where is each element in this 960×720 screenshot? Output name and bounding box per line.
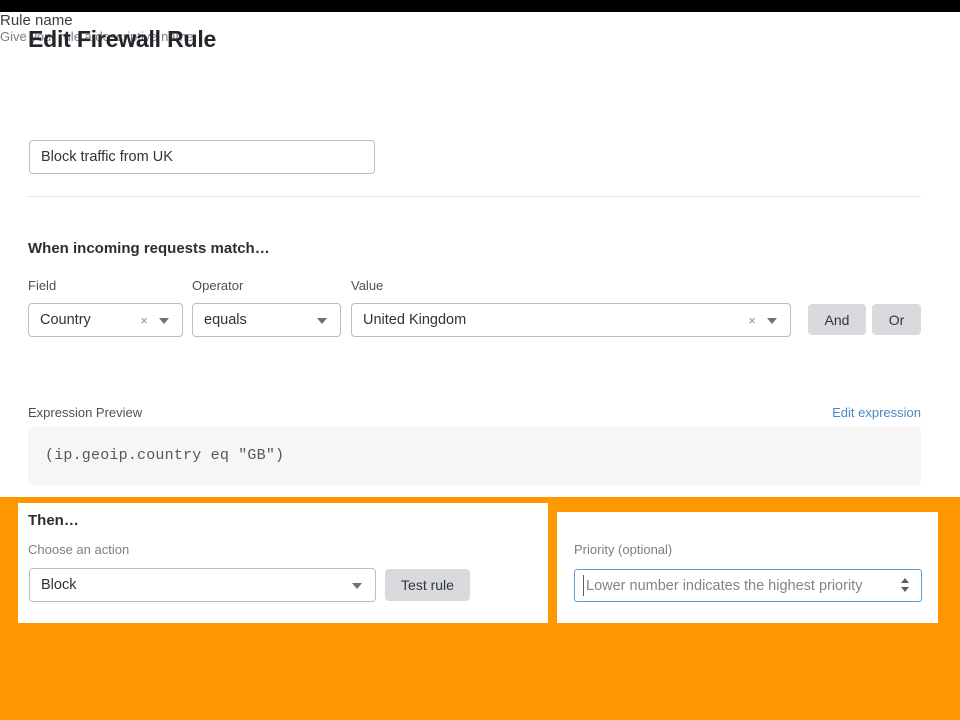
priority-label: Priority (optional) (574, 542, 672, 557)
operator-label: Operator (192, 278, 243, 293)
top-system-bar (0, 0, 960, 12)
action-select-value: Block (41, 569, 76, 601)
chevron-down-icon[interactable] (317, 318, 327, 324)
field-select[interactable]: Country × (28, 303, 183, 337)
or-button[interactable]: Or (872, 304, 921, 335)
number-stepper-icon[interactable] (899, 575, 913, 596)
priority-highlight-card (557, 512, 938, 623)
action-select[interactable]: Block (29, 568, 376, 602)
page-title: Edit Firewall Rule (28, 26, 216, 53)
field-label: Field (28, 278, 56, 293)
chevron-down-icon[interactable] (159, 318, 169, 324)
operator-select-value: equals (204, 304, 247, 336)
rule-name-input[interactable] (29, 140, 375, 174)
close-x-icon[interactable]: × (140, 304, 148, 337)
chevron-down-icon[interactable] (767, 318, 777, 324)
edit-expression-link[interactable]: Edit expression (832, 405, 921, 420)
expression-preview-panel: (ip.geoip.country eq "GB") (28, 427, 921, 485)
test-rule-button[interactable]: Test rule (385, 569, 470, 601)
expression-preview-label: Expression Preview (28, 405, 142, 420)
section-divider (28, 196, 921, 197)
match-section-heading: When incoming requests match… (28, 240, 270, 257)
value-select[interactable]: United Kingdom × (351, 303, 791, 337)
value-select-value: United Kingdom (363, 304, 466, 336)
priority-input[interactable] (574, 569, 922, 602)
text-cursor (583, 575, 584, 596)
chevron-down-icon[interactable] (352, 583, 362, 589)
then-section-heading: Then… (28, 512, 79, 529)
and-button[interactable]: And (808, 304, 866, 335)
close-x-icon[interactable]: × (748, 304, 756, 337)
operator-select[interactable]: equals (192, 303, 341, 337)
firewall-rule-page: Edit Firewall Rule Rule name Give your r… (0, 12, 960, 720)
choose-action-help-text: Choose an action (28, 542, 129, 557)
field-select-value: Country (40, 304, 91, 336)
value-label: Value (351, 278, 383, 293)
then-section-card (18, 503, 548, 623)
expression-preview-text: (ip.geoip.country eq "GB") (45, 447, 284, 464)
